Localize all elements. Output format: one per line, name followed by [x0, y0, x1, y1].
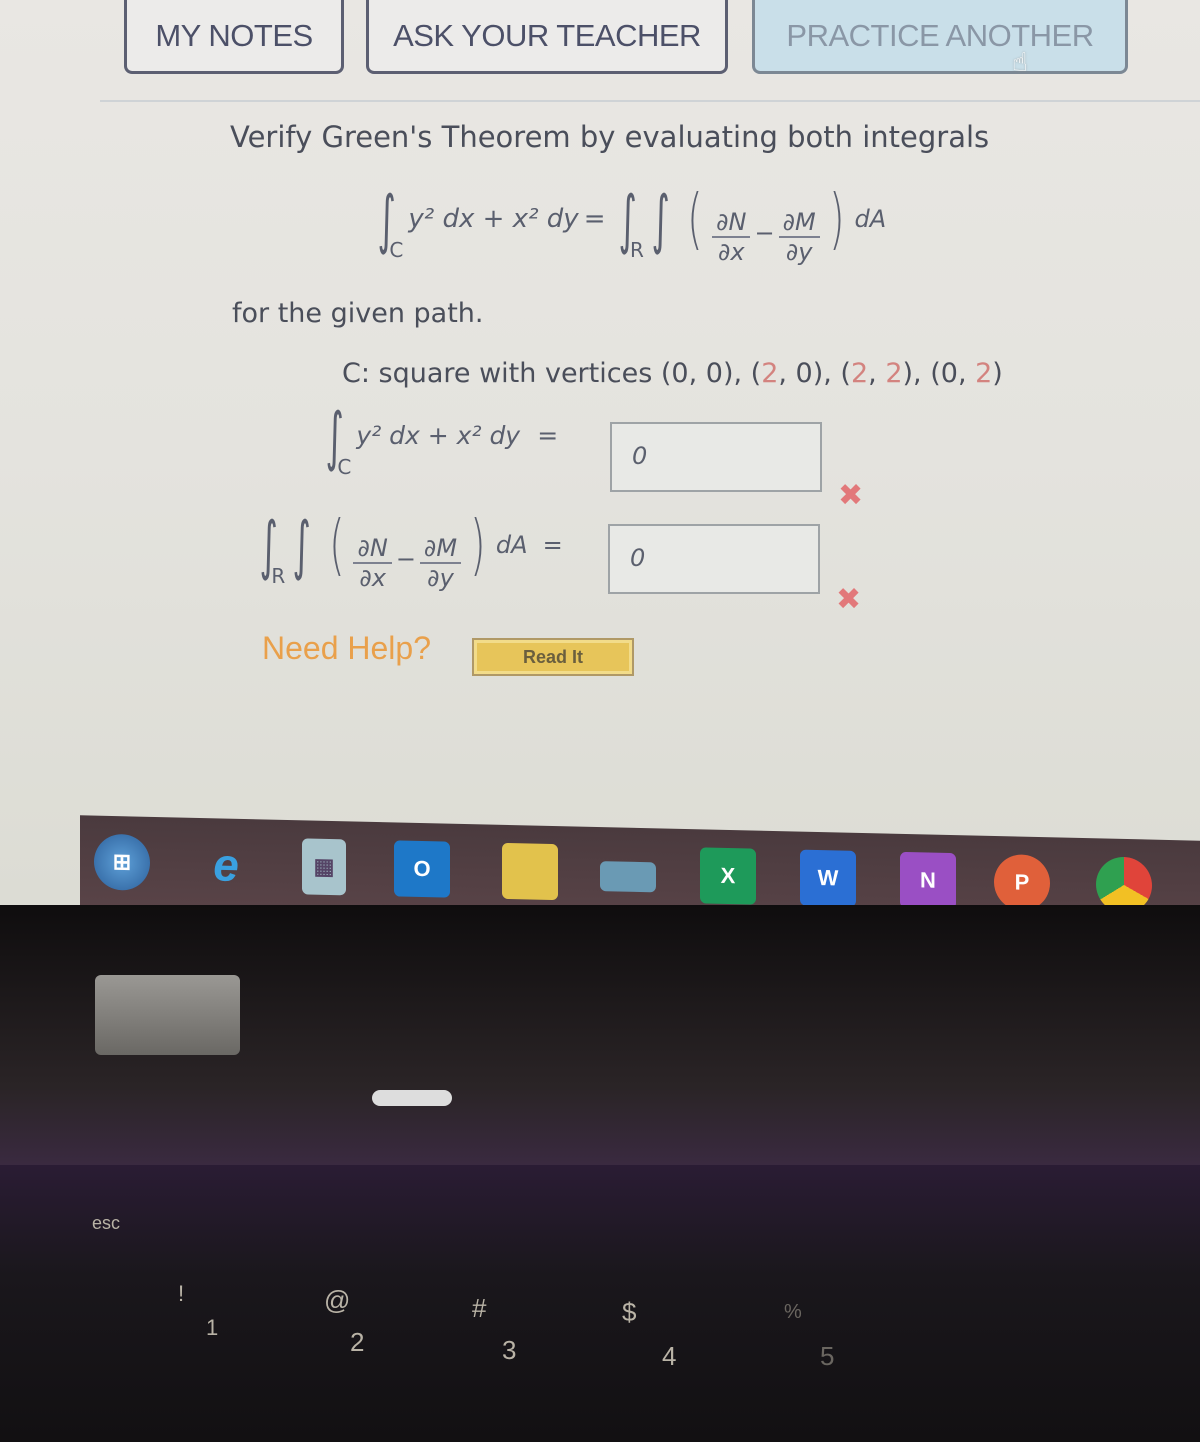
double-integral-label: ∫R ∫ (∂N ∂x − ∂M ∂y) dA = [259, 506, 563, 592]
question-instruction: Verify Green's Theorem by evaluating bot… [230, 120, 990, 154]
incorrect-x-icon: ✖ [838, 478, 864, 513]
excel-icon[interactable]: X [700, 847, 756, 905]
double-integral-sign-2: ∫ [651, 183, 670, 257]
calculator-icon[interactable]: ▦ [302, 838, 346, 896]
file-explorer-icon[interactable] [502, 842, 558, 901]
my-notes-button[interactable]: MY NOTES [124, 0, 344, 74]
key-2-shift: @ [324, 1285, 351, 1315]
for-path-text: for the given path. [232, 298, 484, 329]
scanner-icon[interactable] [600, 861, 656, 893]
esc-key[interactable]: esc [92, 1213, 120, 1234]
key-5[interactable]: 5 [820, 1341, 834, 1372]
outlook-icon[interactable]: O [394, 840, 450, 898]
practice-another-button[interactable]: PRACTICE ANOTHER [752, 0, 1128, 74]
onenote-icon[interactable]: N [900, 851, 956, 910]
key-5-shift: % [784, 1301, 802, 1323]
read-it-button[interactable]: Read It [472, 638, 634, 676]
integral-subscript: C [389, 238, 404, 262]
double-integral-answer-input[interactable]: 0 [608, 524, 820, 594]
line-integral-label: ∫C y² dx + x² dy = [325, 400, 559, 479]
laptop-hinge [95, 975, 240, 1055]
key-1-shift: ! [178, 1281, 185, 1306]
integrand: y² dx + x² dy [408, 204, 579, 234]
line-integral-answer-input[interactable]: 0 [610, 422, 822, 492]
key-3[interactable]: 3 [502, 1335, 516, 1366]
path-description: C: square with vertices (0, 0), (2, 0), … [342, 358, 1003, 389]
partial-N-over-x: ∂N ∂x [712, 208, 751, 266]
laptop-keyboard: esc 1 ! 2 @ 3 # 4 $ 5 % [0, 1165, 1200, 1442]
greens-theorem-equation: ∫C y² dx + x² dy = ∫R ∫ (∂N ∂x − ∂M ∂y) dA [377, 180, 887, 266]
equals-sign: = [583, 204, 606, 234]
key-3-shift: # [472, 1293, 487, 1323]
power-indicator-light [372, 1090, 452, 1106]
key-4[interactable]: 4 [662, 1341, 676, 1372]
key-2[interactable]: 2 [350, 1327, 364, 1358]
area-element: dA [854, 205, 887, 233]
region-subscript: R [629, 238, 644, 262]
question-toolbar: MY NOTES ASK YOUR TEACHER PRACTICE ANOTH… [100, 0, 1200, 102]
ask-your-teacher-button[interactable]: ASK YOUR TEACHER [366, 0, 728, 74]
powerpoint-icon[interactable]: P [994, 854, 1050, 912]
key-1[interactable]: 1 [206, 1315, 218, 1341]
need-help-label: Need Help? [262, 630, 431, 666]
internet-explorer-icon[interactable]: e [198, 836, 254, 893]
browser-screen: MY NOTES ASK YOUR TEACHER PRACTICE ANOTH… [0, 0, 1200, 905]
hand-cursor-icon: ☝ [1012, 48, 1028, 78]
word-icon[interactable]: W [800, 849, 856, 907]
key-4-shift: $ [622, 1297, 637, 1327]
incorrect-x-icon: ✖ [836, 582, 862, 617]
start-icon[interactable]: ⊞ [94, 833, 150, 891]
right-paren: ) [828, 180, 845, 257]
left-paren: ( [687, 180, 703, 257]
partial-M-over-y: ∂M ∂y [778, 208, 820, 266]
